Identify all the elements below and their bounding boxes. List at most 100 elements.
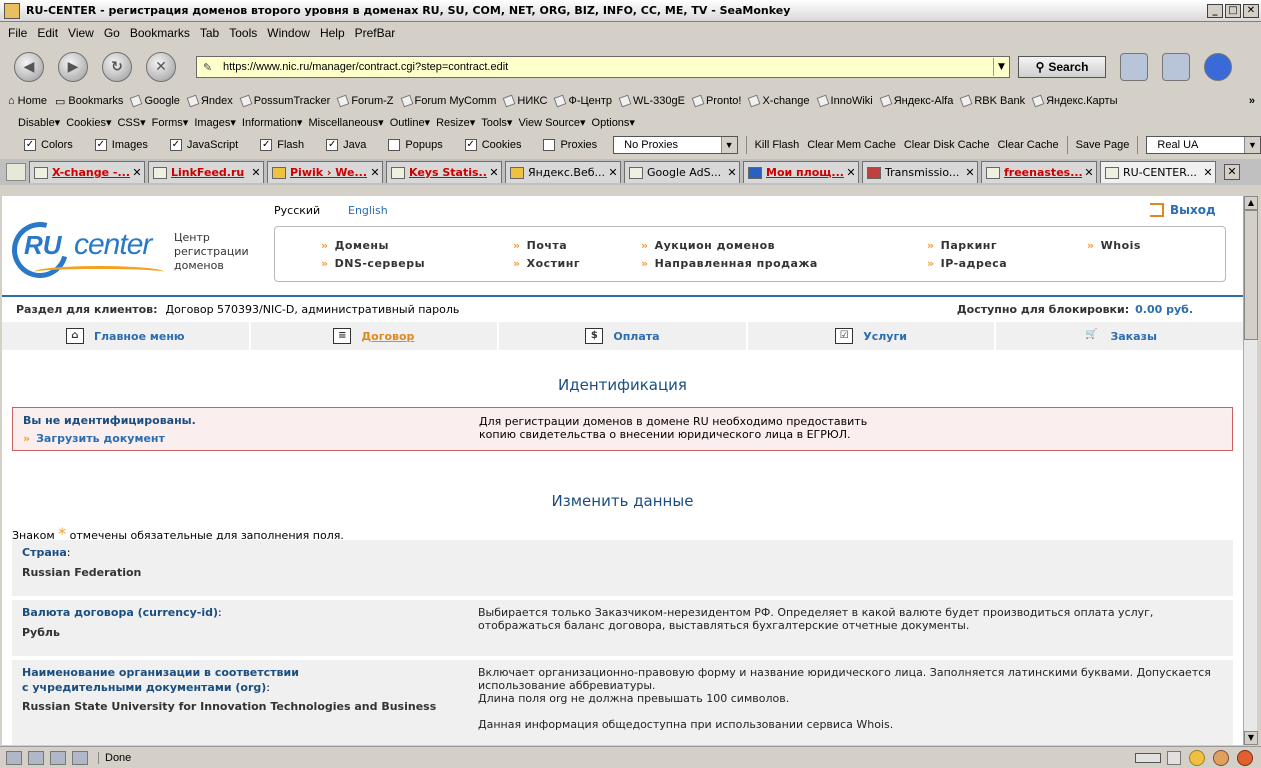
- prefbar-disable-menu[interactable]: Disable▾: [18, 116, 60, 129]
- seamonkey-logo-icon[interactable]: [1204, 53, 1232, 81]
- bookmark-yandex-alfa[interactable]: Яндекс-Alfa: [879, 94, 953, 108]
- prefbar-information-menu[interactable]: Information▾: [242, 116, 303, 129]
- logout-link[interactable]: Выход: [1150, 203, 1216, 217]
- bookmark-forum-z[interactable]: Forum-Z: [336, 94, 394, 108]
- security-lock-icon[interactable]: [1167, 750, 1181, 765]
- close-tab-icon[interactable]: ✕: [368, 166, 382, 179]
- menu-mail[interactable]: » Почта: [513, 239, 567, 252]
- menu-help[interactable]: Help: [320, 26, 345, 40]
- close-tab-icon[interactable]: ✕: [249, 166, 263, 179]
- new-tab-icon[interactable]: [6, 163, 26, 181]
- nav-payment[interactable]: $ Оплата: [499, 322, 746, 350]
- menu-direct-sale[interactable]: » Направленная продажа: [641, 257, 818, 270]
- bookmark-yandex-maps[interactable]: Яндекс.Карты: [1031, 94, 1117, 108]
- clear-disk-cache-button[interactable]: Clear Disk Cache: [904, 139, 990, 151]
- menu-edit[interactable]: Edit: [37, 26, 58, 40]
- url-text[interactable]: https://www.nic.ru/manager/contract.cgi?…: [223, 61, 993, 73]
- prefbar-view-source-menu[interactable]: View Source▾: [518, 116, 585, 129]
- java-checkbox[interactable]: ✓ Java: [326, 139, 366, 151]
- images-checkbox[interactable]: ✓ Images: [94, 139, 148, 151]
- print-icon[interactable]: [1120, 53, 1148, 81]
- ru-center-logo[interactable]: RU center: [2, 211, 166, 289]
- tab-ru-center[interactable]: RU-CENTER... ✕: [1100, 161, 1216, 183]
- menu-domains[interactable]: » Домены: [321, 239, 389, 252]
- bookmark-x-change[interactable]: X-change: [748, 94, 810, 108]
- mascot-icon[interactable]: [1213, 749, 1229, 766]
- tab-piwik[interactable]: Piwik › We... ✕: [267, 161, 383, 183]
- scroll-down-icon[interactable]: ▼: [1244, 731, 1258, 745]
- mail-icon[interactable]: [1162, 53, 1190, 81]
- flash-checkbox[interactable]: ✓ Flash: [260, 139, 304, 151]
- bookmark-home[interactable]: ⌂ Home: [8, 95, 47, 107]
- menu-window[interactable]: Window: [267, 26, 310, 40]
- tab-linkfeed[interactable]: LinkFeed.ru ✕: [148, 161, 264, 183]
- tab-transmission[interactable]: Transmissio... ✕: [862, 161, 978, 183]
- prefbar-outline-menu[interactable]: Outline▾: [390, 116, 430, 129]
- close-all-tabs-icon[interactable]: ✕: [1224, 164, 1240, 180]
- upload-document-link[interactable]: » Загрузить документ: [23, 432, 165, 445]
- composer-icon[interactable]: [50, 750, 66, 765]
- menu-tab[interactable]: Tab: [200, 26, 219, 40]
- menu-file[interactable]: File: [8, 26, 27, 40]
- bookmark-forum-mycomm[interactable]: Forum MyComm: [400, 94, 496, 108]
- navigator-icon[interactable]: [6, 750, 22, 765]
- close-tab-icon[interactable]: ✕: [1082, 166, 1096, 179]
- popups-checkbox[interactable]: Popups: [388, 139, 443, 151]
- field-value[interactable]: Russian Federation: [22, 566, 141, 579]
- reload-button[interactable]: ↻: [102, 52, 132, 82]
- tab-google-adsense[interactable]: Google AdS... ✕: [624, 161, 740, 183]
- tab-my-sites[interactable]: Мои площ... ✕: [743, 161, 859, 183]
- bookmark-google[interactable]: Google: [130, 94, 180, 108]
- prefbar-css-menu[interactable]: CSS▾: [117, 116, 145, 129]
- kill-flash-button[interactable]: Kill Flash: [755, 139, 800, 151]
- field-value[interactable]: Russian State University for Innovation …: [22, 700, 436, 713]
- back-button[interactable]: ◀: [14, 52, 44, 82]
- smiley-icon[interactable]: [1189, 749, 1205, 766]
- address-book-icon[interactable]: [72, 750, 88, 765]
- close-tab-icon[interactable]: ✕: [725, 166, 739, 179]
- forward-button[interactable]: ▶: [58, 52, 88, 82]
- close-button[interactable]: ✕: [1243, 3, 1259, 18]
- nav-orders[interactable]: 🛒 Заказы: [996, 322, 1243, 350]
- nav-main-menu[interactable]: ⌂ Главное меню: [2, 322, 249, 350]
- tab-x-change[interactable]: X-change -... ✕: [29, 161, 145, 183]
- bookmark-pronto[interactable]: Pronto!: [691, 94, 741, 108]
- prefbar-tools-menu[interactable]: Tools▾: [481, 116, 512, 129]
- prefbar-options-menu[interactable]: Options▾: [592, 116, 635, 129]
- menu-ip-addresses[interactable]: » IP-адреса: [927, 257, 1007, 270]
- clear-cache-button[interactable]: Clear Cache: [997, 139, 1058, 151]
- prefbar-miscellaneous-menu[interactable]: Miscellaneous▾: [308, 116, 383, 129]
- seamonkey-status-icon[interactable]: [1237, 749, 1253, 766]
- close-tab-icon[interactable]: ✕: [487, 166, 501, 179]
- menu-hosting[interactable]: » Хостинг: [513, 257, 580, 270]
- scroll-up-icon[interactable]: ▲: [1244, 196, 1258, 210]
- prefbar-forms-menu[interactable]: Forms▾: [152, 116, 189, 129]
- lang-russian[interactable]: Русский: [274, 204, 320, 217]
- user-agent-select[interactable]: Real UA ▼: [1146, 136, 1261, 154]
- javascript-checkbox[interactable]: ✓ JavaScript: [169, 139, 238, 151]
- proxy-select[interactable]: No Proxies ▼: [613, 136, 738, 154]
- field-value[interactable]: Рубль: [22, 626, 60, 639]
- bookmark-possumtracker[interactable]: PossumTracker: [239, 94, 330, 108]
- cookies-checkbox[interactable]: ✓ Cookies: [464, 139, 521, 151]
- prefbar-images-menu[interactable]: Images▾: [194, 116, 236, 129]
- bookmark-rbk-bank[interactable]: RBK Bank: [959, 94, 1025, 108]
- minimize-button[interactable]: _: [1207, 3, 1223, 18]
- menu-go[interactable]: Go: [104, 26, 120, 40]
- bookmark-bookmarks[interactable]: ▭ Bookmarks: [55, 95, 123, 108]
- proxies-checkbox[interactable]: Proxies: [543, 139, 597, 151]
- menu-bookmarks[interactable]: Bookmarks: [130, 26, 190, 40]
- url-dropdown-icon[interactable]: ▼: [993, 58, 1009, 76]
- bookmark-yandex[interactable]: Яndex: [186, 94, 233, 108]
- menu-domain-auction[interactable]: » Аукцион доменов: [641, 239, 775, 252]
- chevron-more-icon[interactable]: »: [1249, 95, 1255, 107]
- menu-tools[interactable]: Tools: [229, 26, 257, 40]
- colors-checkbox[interactable]: ✓ Colors: [24, 139, 73, 151]
- lang-english[interactable]: English: [348, 204, 388, 217]
- url-bar[interactable]: ✎ https://www.nic.ru/manager/contract.cg…: [196, 56, 1010, 78]
- menu-parking[interactable]: » Паркинг: [927, 239, 997, 252]
- vertical-scrollbar[interactable]: ▲ ▼: [1243, 196, 1258, 745]
- search-button[interactable]: ⚲ Search: [1018, 56, 1106, 78]
- close-tab-icon[interactable]: ✕: [1201, 166, 1215, 179]
- menu-view[interactable]: View: [68, 26, 94, 40]
